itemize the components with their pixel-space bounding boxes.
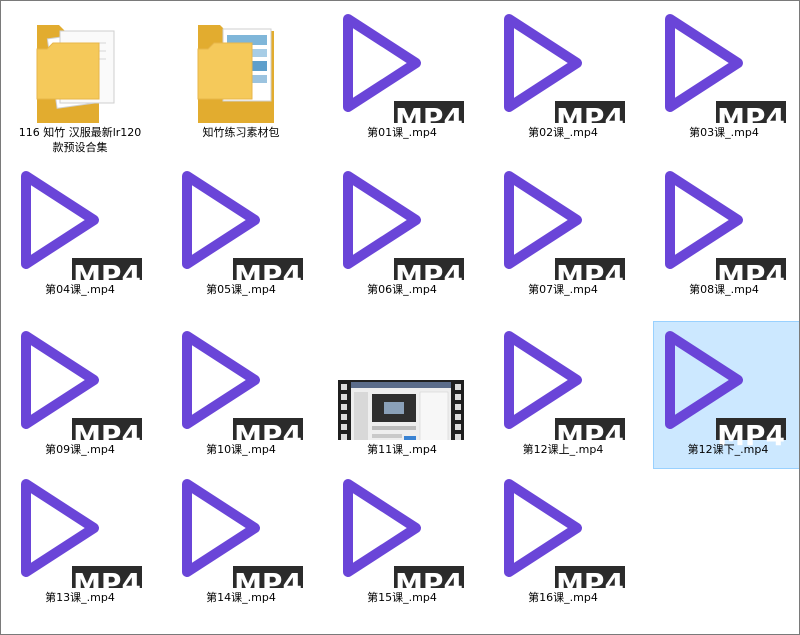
file-item-label: 第05课_.mp4 [206, 283, 276, 296]
file-item-video-06[interactable]: MP4 第06课_.mp4 [323, 161, 481, 309]
file-item-label: 第13课_.mp4 [45, 591, 115, 604]
file-item-label: 第14课_.mp4 [206, 591, 276, 604]
file-item-label: 第12课上_.mp4 [522, 443, 604, 456]
file-item-label: 第09课_.mp4 [45, 443, 115, 456]
file-item-label: 第02课_.mp4 [528, 126, 598, 139]
file-item-video-01[interactable]: MP4 第01课_.mp4 [323, 4, 481, 152]
file-item-video-12b-selected[interactable]: MP4 第12课下_.mp4 [653, 321, 799, 469]
file-item-video-11[interactable]: 第11课_.mp4 [323, 321, 481, 469]
mp4-play-icon: MP4 [163, 470, 321, 600]
mp4-play-icon: MP4 [485, 470, 643, 600]
file-item-label: 知竹练习素材包 [202, 126, 280, 139]
file-item-video-15[interactable]: MP4 第15课_.mp4 [323, 469, 481, 617]
file-item-label: 第15课_.mp4 [367, 591, 437, 604]
file-item-video-10[interactable]: MP4 第10课_.mp4 [162, 321, 320, 469]
file-item-video-03[interactable]: MP4 第03课_.mp4 [645, 4, 799, 152]
mp4-play-icon: MP4 [2, 470, 160, 600]
mp4-play-icon: MP4 [324, 470, 482, 600]
file-item-label: 第01课_.mp4 [367, 126, 437, 139]
file-item-video-09[interactable]: MP4 第09课_.mp4 [1, 321, 159, 469]
file-item-video-07[interactable]: MP4 第07课_.mp4 [484, 161, 642, 309]
file-item-label: 第10课_.mp4 [206, 443, 276, 456]
file-item-label: 第03课_.mp4 [689, 126, 759, 139]
file-item-video-02[interactable]: MP4 第02课_.mp4 [484, 4, 642, 152]
file-item-label: 第16课_.mp4 [528, 591, 598, 604]
mp4-play-icon: MP4 [324, 5, 482, 135]
file-item-label: 第04课_.mp4 [45, 283, 115, 296]
file-item-label: 116 知竹 汉服最新lr120 款预设合集 [18, 126, 142, 154]
mp4-play-icon: MP4 [485, 5, 643, 135]
mp4-play-icon: MP4 [2, 322, 160, 452]
file-item-label: 第08课_.mp4 [689, 283, 759, 296]
mp4-play-icon: MP4 [163, 162, 321, 292]
file-item-video-13[interactable]: MP4 第13课_.mp4 [1, 469, 159, 617]
file-item-video-14[interactable]: MP4 第14课_.mp4 [162, 469, 320, 617]
file-item-video-08[interactable]: MP4 第08课_.mp4 [645, 161, 799, 309]
video-thumbnail-filmstrip [324, 322, 482, 440]
mp4-play-icon: MP4 [485, 162, 643, 292]
mp4-play-icon: MP4 [654, 322, 799, 452]
file-item-label: 第06课_.mp4 [367, 283, 437, 296]
mp4-play-icon: MP4 [2, 162, 160, 292]
mp4-play-icon: MP4 [163, 322, 321, 452]
file-item-video-04[interactable]: MP4 第04课_.mp4 [1, 161, 159, 309]
file-item-video-05[interactable]: MP4 第05课_.mp4 [162, 161, 320, 309]
file-item-video-16[interactable]: MP4 第16课_.mp4 [484, 469, 642, 617]
mp4-play-icon: MP4 [485, 322, 643, 452]
file-item-video-12a[interactable]: MP4 第12课上_.mp4 [484, 321, 642, 469]
file-item-label: 第11课_.mp4 [367, 443, 437, 456]
file-item-label: 第07课_.mp4 [528, 283, 598, 296]
mp4-play-icon: MP4 [646, 162, 799, 292]
mp4-play-icon: MP4 [646, 5, 799, 135]
file-item-folder-practice[interactable]: 知竹练习素材包 [162, 4, 320, 152]
folder-with-documents-icon [2, 5, 160, 123]
folder-with-images-icon [163, 5, 321, 123]
file-item-folder-presets[interactable]: 116 知竹 汉服最新lr120 款预设合集 [1, 4, 160, 154]
file-explorer-grid: 116 知竹 汉服最新lr120 款预设合集 知竹练习素材包 MP4 第01课_… [0, 0, 800, 635]
mp4-play-icon: MP4 [324, 162, 482, 292]
file-item-label: 第12课下_.mp4 [687, 443, 769, 456]
